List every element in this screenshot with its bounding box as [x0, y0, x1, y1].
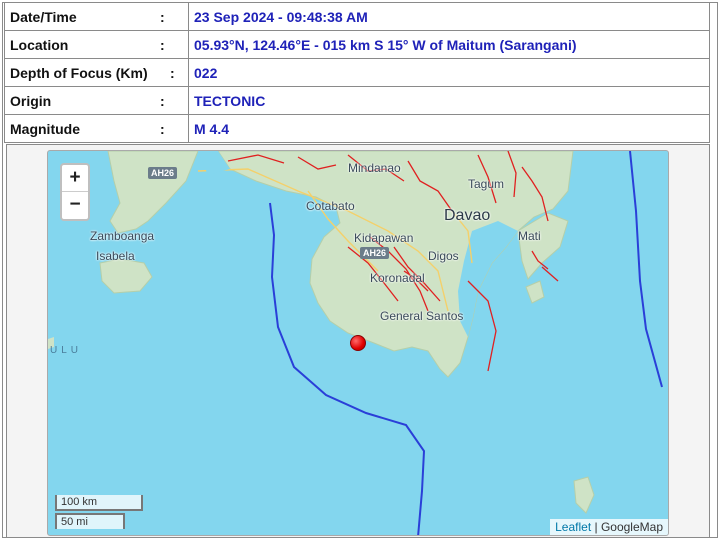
info-row-datetime: Date/Time: 23 Sep 2024 - 09:48:38 AM: [4, 2, 710, 31]
attribution-separator: |: [591, 520, 601, 534]
scale-bar-km: 100 km: [55, 495, 143, 511]
place-label-davao: Davao: [444, 207, 491, 224]
land-davao-gulf-islands: [525, 280, 545, 304]
location-label-text: Location: [10, 36, 69, 53]
colon: :: [170, 65, 175, 81]
depth-label-text: Depth of Focus (Km): [10, 64, 148, 81]
datetime-value: 23 Sep 2024 - 09:48:38 AM: [188, 2, 710, 31]
land-small-island: [573, 476, 595, 514]
place-label-general-santos: General Santos: [380, 309, 464, 323]
land-mindanao-main: [217, 151, 574, 378]
place-label-cotabato: Cotabato: [306, 199, 355, 213]
location-value: 05.93°N, 124.46°E - 015 km S 15° W of Ma…: [188, 30, 710, 59]
land-basilan: [99, 258, 153, 294]
map-attribution: Leaflet | GoogleMap: [550, 519, 668, 535]
sea-label: ULU: [50, 345, 83, 356]
datetime-label: Date/Time:: [4, 2, 189, 31]
info-row-depth: Depth of Focus (Km): 022: [4, 58, 710, 87]
place-label-tagum: Tagum: [468, 177, 505, 191]
origin-label-text: Origin: [10, 92, 52, 109]
googlemap-attribution: GoogleMap: [600, 520, 663, 534]
zoom-out-button[interactable]: −: [62, 192, 88, 219]
place-label-zamboanga: Zamboanga: [90, 229, 155, 243]
road-badge-ah26: AH26: [148, 167, 178, 179]
info-row-magnitude: Magnitude: M 4.4: [4, 114, 710, 143]
land-zamboanga-peninsula: [107, 151, 199, 234]
place-label-isabela: Isabela: [96, 249, 135, 263]
place-label-koronadal: Koronadal: [370, 271, 425, 285]
depth-label: Depth of Focus (Km):: [4, 58, 189, 87]
origin-label: Origin:: [4, 86, 189, 115]
road-badge-ah26: AH26: [360, 247, 390, 259]
colon: :: [160, 121, 165, 137]
info-row-origin: Origin: TECTONIC: [4, 86, 710, 115]
colon: :: [160, 37, 165, 53]
epicenter-map[interactable]: AH26 AH26 Mindanao Tagum Cotabato Davao …: [47, 150, 669, 536]
place-label-digos: Digos: [428, 249, 459, 263]
place-label-kidapawan: Kidapawan: [354, 231, 414, 245]
magnitude-label-text: Magnitude: [10, 120, 80, 137]
epicenter-marker[interactable]: [350, 335, 366, 351]
place-label-mindanao: Mindanao: [348, 161, 401, 175]
depth-value: 022: [188, 58, 710, 87]
leaflet-link[interactable]: Leaflet: [555, 520, 591, 534]
zoom-control: + −: [60, 163, 90, 221]
earthquake-info-table: Date/Time: 23 Sep 2024 - 09:48:38 AM Loc…: [4, 2, 710, 143]
magnitude-label: Magnitude:: [4, 114, 189, 143]
magnitude-value: M 4.4: [188, 114, 710, 143]
info-row-location: Location: 05.93°N, 124.46°E - 015 km S 1…: [4, 30, 710, 59]
colon: :: [160, 9, 165, 25]
zoom-in-button[interactable]: +: [62, 165, 88, 192]
scale-bar-mi: 50 mi: [55, 513, 125, 529]
colon: :: [160, 93, 165, 109]
origin-value: TECTONIC: [188, 86, 710, 115]
place-label-mati: Mati: [518, 229, 541, 243]
datetime-label-text: Date/Time: [10, 8, 77, 25]
location-label: Location:: [4, 30, 189, 59]
